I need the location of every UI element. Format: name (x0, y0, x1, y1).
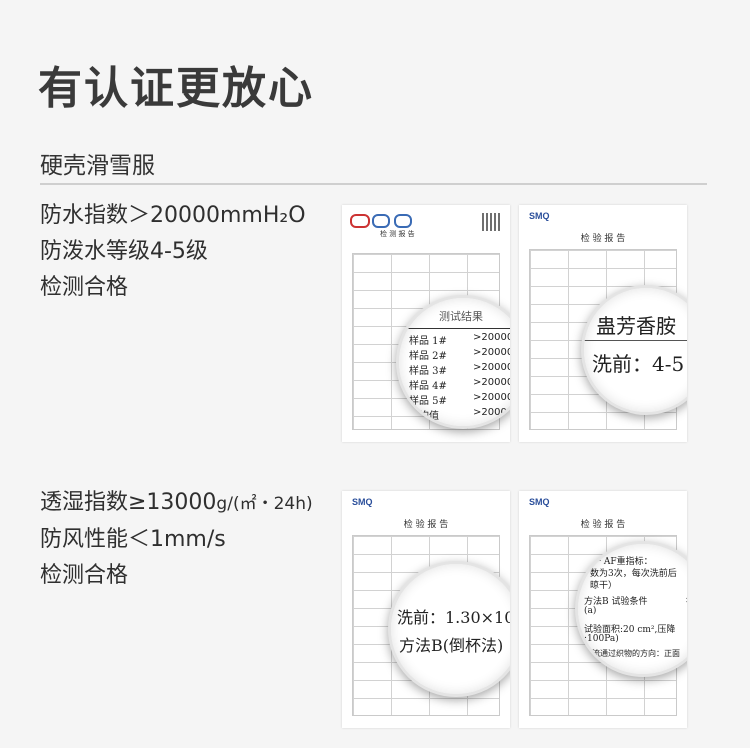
test-report-image-1: 检 测 报 告 测试结果 样品 1# >20000 样品 2# >20000 样… (342, 205, 510, 442)
lens-line: 气流通过织物的方向：正面 (584, 649, 680, 658)
lens-row-label: 样品 1# (409, 336, 447, 347)
spec-passed-2: 检测合格 (40, 563, 129, 588)
magnifier-doc4: 一 AF重指标： 数为3次，每次洗前后 晾干） 方法B 试验条件 (a) 试验面… (575, 541, 687, 677)
doc4-title: 检 验 报 告 (580, 520, 626, 530)
lens-line: (a) (584, 606, 597, 616)
smq-logo: SMQ (529, 211, 550, 221)
spec-block-waterproof: 防水指数＞20000mmH₂O 防泼水等级4-5级 检测合格 (40, 198, 306, 306)
page-title: 有认证更放心 (38, 63, 314, 114)
lens-row-value: >20000 (473, 332, 510, 343)
lens-row-value: >20000 (473, 407, 510, 418)
spec-waterproof-index: 防水指数＞20000mmH₂O (40, 203, 306, 228)
doc3-title: 检 验 报 告 (403, 520, 449, 530)
lens-row-label: 样品 2# (409, 351, 447, 362)
doc2-title: 检 验 报 告 (580, 234, 626, 244)
test-report-image-2: SMQ 检 验 报 告 蛊芳香胺 洗前：4-5 (519, 205, 687, 442)
cnas-logo-icon (372, 214, 390, 228)
section-divider (40, 183, 707, 185)
spec-water-repellency: 防泼水等级4-5级 (40, 239, 208, 264)
lens-right-value: 符合 (686, 594, 687, 607)
lens-header: 测试结果 (439, 310, 483, 323)
smq-logo: SMQ (529, 497, 550, 507)
smq-logo: SMQ (352, 497, 373, 507)
lens-line-1: 蛊芳香胺 (596, 314, 676, 338)
lens-line-2: 洗前：4-5 (592, 352, 685, 376)
lens-row-value: >20000 (473, 362, 510, 373)
lens-row-value: >20000 (473, 347, 510, 358)
lens-row-label: 平均值 (409, 411, 439, 422)
doc1-title: 检 测 报 告 (380, 230, 415, 238)
spec-windproof: 防风性能＜1mm/s (40, 527, 226, 552)
spec-breathability-index: 透湿指数≥13000g/(㎡・24h) (40, 490, 313, 515)
spec-passed-1: 检测合格 (40, 275, 129, 300)
section-subtitle: 硬壳滑雪服 (40, 153, 155, 179)
lens-row-value: >20000 (473, 377, 510, 388)
lens-line-2: 方法B(倒杯法) (399, 636, 504, 655)
lens-row-label: 样品 5# (409, 396, 447, 407)
lens-line: :100Pa) (584, 634, 619, 644)
lens-row-label: 样品 3# (409, 366, 447, 377)
lens-row-label: 样品 4# (409, 381, 447, 392)
lens-line: 反面) (588, 661, 608, 670)
ilac-logo-icon (394, 214, 412, 228)
lens-line: 晾干） (590, 581, 618, 591)
test-report-image-3: SMQ 检 验 报 告 洗前：1.30×10⁴ 方法B(倒杯法) (342, 491, 510, 728)
test-report-image-4: SMQ 检 验 报 告 一 AF重指标： 数为3次，每次洗前后 晾干） 方法B … (519, 491, 687, 728)
lens-row-value: >20000 (473, 392, 510, 403)
cma-logo-icon (350, 214, 370, 228)
lens-line-1: 洗前：1.30×10⁴ (397, 608, 510, 627)
spec-block-breathability: 透湿指数≥13000g/(㎡・24h) 防风性能＜1mm/s 检测合格 (40, 485, 313, 594)
